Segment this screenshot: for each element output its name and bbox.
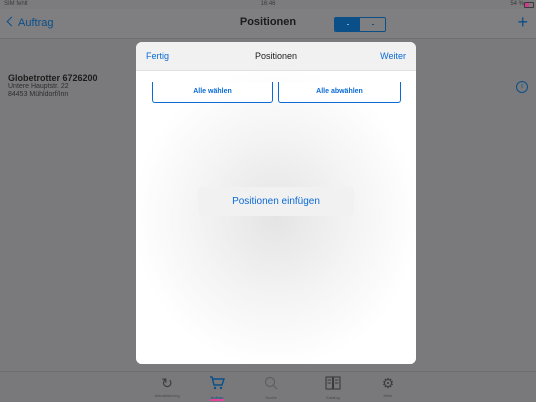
tab-label: Suche bbox=[265, 395, 277, 400]
status-bar: SIM fehlt 16:46 54 % bbox=[0, 0, 536, 9]
search-icon bbox=[251, 376, 291, 393]
tab-search[interactable]: Suche bbox=[251, 376, 291, 400]
view-segmented-control[interactable] bbox=[334, 17, 386, 32]
segment-right[interactable] bbox=[360, 18, 385, 31]
modal-title: Positionen bbox=[254, 51, 298, 61]
next-button[interactable]: Weiter bbox=[380, 51, 406, 61]
select-all-button[interactable]: Alle wählen bbox=[152, 82, 273, 103]
customer-name: Globetrotter 6726200 bbox=[8, 73, 98, 83]
segment-dot-icon bbox=[371, 24, 374, 25]
modal-content-area bbox=[136, 71, 416, 364]
deselect-all-button[interactable]: Alle abwählen bbox=[278, 82, 401, 103]
cart-icon bbox=[197, 376, 237, 393]
info-icon[interactable]: i bbox=[516, 81, 528, 93]
customer-city: 84453 Mühldorf/Inn bbox=[8, 91, 69, 98]
back-button[interactable]: Auftrag bbox=[6, 16, 54, 29]
tab-more[interactable]: ⚙ Mehr bbox=[368, 375, 408, 399]
page-title: Positionen bbox=[239, 16, 297, 28]
tab-refresh[interactable]: ↻ Aktualisierung bbox=[147, 375, 187, 399]
tab-label: Aktualisierung bbox=[154, 393, 180, 398]
segment-dot-icon bbox=[346, 24, 349, 25]
battery-label: 54 % bbox=[510, 1, 524, 7]
tab-label: Mehr bbox=[383, 393, 393, 398]
chevron-left-icon bbox=[6, 16, 17, 27]
add-button[interactable]: + bbox=[517, 13, 528, 31]
tab-label: Katalog bbox=[326, 395, 340, 400]
customer-street: Untere Hauptstr. 22 bbox=[8, 83, 69, 90]
tab-catalog[interactable]: Katalog bbox=[313, 376, 353, 400]
positions-modal: Fertig Positionen Weiter Alle wählen All… bbox=[136, 42, 416, 364]
catalog-icon bbox=[313, 376, 353, 393]
back-label: Auftrag bbox=[18, 17, 54, 29]
tab-order[interactable]: Auftrag bbox=[197, 376, 237, 400]
insert-positions-button[interactable]: Positionen einfügen bbox=[198, 187, 354, 216]
modal-header: Fertig Positionen Weiter bbox=[136, 42, 416, 71]
tab-bar: ↻ Aktualisierung Auftrag Suche Katalog ⚙… bbox=[0, 371, 536, 402]
navigation-bar: Auftrag Positionen + bbox=[0, 9, 536, 39]
segment-left[interactable] bbox=[335, 18, 360, 31]
gears-icon: ⚙ bbox=[381, 375, 395, 391]
clock: 16:46 bbox=[260, 1, 276, 7]
battery-icon bbox=[524, 2, 534, 8]
refresh-icon: ↻ bbox=[161, 375, 173, 391]
